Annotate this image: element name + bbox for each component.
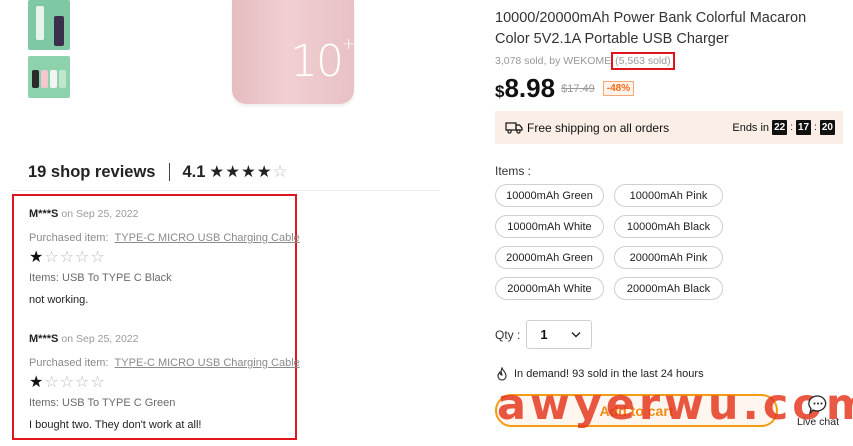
variant-option[interactable]: 10000mAh Pink — [614, 184, 723, 207]
product-main-image: 10+ — [232, 0, 355, 104]
variant-option[interactable]: 10000mAh Black — [614, 215, 723, 238]
purchased-item-row: Purchased item: TYPE-C MICRO USB Chargin… — [29, 232, 300, 244]
discount-badge: -48% — [602, 81, 635, 96]
highlighted-reviews: M***S on Sep 25, 2022 Purchased item: TY… — [12, 194, 300, 440]
hero-capacity-mark: 10+ — [290, 34, 355, 87]
quantity-label: Qty : — [495, 327, 521, 342]
review-item: M***S on Sep 25, 2022 Purchased item: TY… — [29, 208, 300, 306]
review-date: on Sep 25, 2022 — [61, 333, 139, 345]
countdown-label: Ends in — [732, 121, 770, 134]
review-text: I bought two. They don't work at all! — [29, 419, 202, 431]
purchased-item-link[interactable]: TYPE-C MICRO USB Charging Cable — [115, 357, 300, 369]
variant-option[interactable]: 20000mAh Green — [495, 246, 604, 269]
current-price: $8.98 — [495, 73, 556, 103]
variant-option[interactable]: 10000mAh White — [495, 215, 604, 238]
demand-text: In demand! 93 sold in the last 24 hours — [514, 368, 704, 380]
price-row: $8.98 $17.49 -48% — [495, 73, 635, 104]
countdown: Ends in 22: 17: 20 — [732, 120, 835, 135]
shipping-label: Free shipping on all orders — [527, 120, 670, 135]
review-variant: Items: USB To TYPE C Green — [29, 397, 176, 409]
review-item: M***S on Sep 25, 2022 Purchased item: TY… — [29, 333, 300, 431]
review-date: on Sep 25, 2022 — [61, 208, 139, 220]
review-stars: ★☆☆☆☆ — [29, 249, 106, 266]
thumbnail-1[interactable] — [28, 0, 70, 50]
shipping-banner: Free shipping on all orders Ends in 22: … — [495, 111, 843, 144]
variant-label: Items : — [495, 164, 532, 178]
divider — [169, 163, 171, 181]
variant-options: 10000mAh Green 10000mAh Pink 10000mAh Wh… — [495, 184, 723, 300]
add-to-cart-button[interactable]: Add to cart — [495, 394, 778, 427]
product-title: 10000/20000mAh Power Bank Colorful Macar… — [495, 10, 807, 47]
store-sold-count: (5,563 sold) — [611, 52, 675, 70]
live-chat-button[interactable]: Live chat — [795, 394, 841, 428]
sold-by-text: 3,078 sold, by WEKOME — [495, 55, 612, 67]
countdown-hours: 22 — [772, 120, 788, 135]
purchased-item-row: Purchased item: TYPE-C MICRO USB Chargin… — [29, 357, 300, 369]
variant-option[interactable]: 10000mAh Green — [495, 184, 604, 207]
review-stars: ★☆☆☆☆ — [29, 374, 106, 391]
variant-option[interactable]: 20000mAh White — [495, 277, 604, 300]
live-chat-label: Live chat — [796, 416, 840, 428]
product-thumbnails — [28, 0, 70, 98]
chevron-down-icon — [571, 332, 581, 338]
shop-reviews-summary: 19 shop reviews 4.1 ★★★★☆ — [28, 162, 288, 182]
quantity-row: Qty : 1 — [495, 320, 593, 349]
flame-icon — [497, 367, 507, 381]
demand-notice: In demand! 93 sold in the last 24 hours — [496, 367, 704, 381]
sales-info: 3,078 sold, by WEKOME (5,563 sold) — [495, 52, 675, 70]
countdown-seconds: 20 — [819, 120, 835, 135]
chat-icon — [808, 395, 827, 416]
divider — [12, 190, 440, 191]
purchased-item-link[interactable]: TYPE-C MICRO USB Charging Cable — [115, 232, 300, 244]
truck-icon — [505, 121, 523, 134]
variant-option[interactable]: 20000mAh Black — [614, 277, 723, 300]
rating-stars: ★★★★☆ — [209, 163, 289, 181]
review-text: not working. — [29, 294, 89, 306]
review-author: M***S — [29, 208, 59, 220]
quantity-value: 1 — [540, 327, 548, 342]
countdown-minutes: 17 — [795, 120, 812, 135]
variant-option[interactable]: 20000mAh Pink — [614, 246, 723, 269]
quantity-select[interactable]: 1 — [526, 320, 593, 349]
shop-rating: 4.1 — [182, 162, 206, 181]
review-author: M***S — [29, 333, 59, 345]
review-variant: Items: USB To TYPE C Black — [29, 272, 172, 284]
original-price: $17.49 — [561, 82, 595, 95]
shop-reviews-count[interactable]: 19 shop reviews — [28, 163, 155, 182]
thumbnail-2[interactable] — [28, 56, 70, 98]
